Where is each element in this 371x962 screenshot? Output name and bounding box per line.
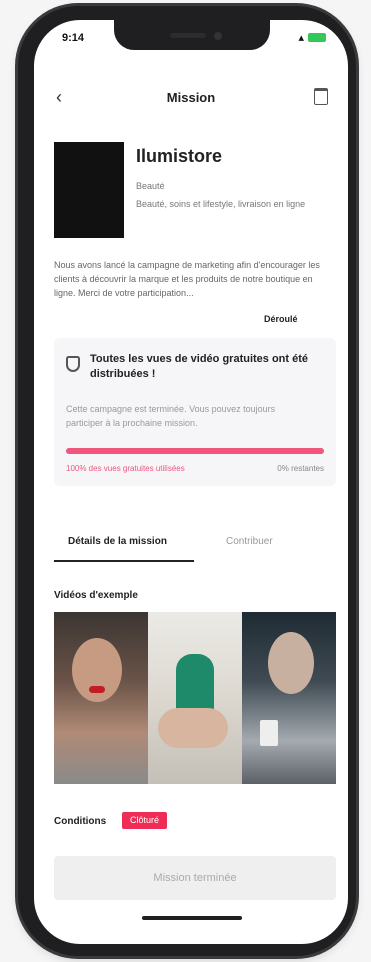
conditions-label: Conditions xyxy=(54,816,107,827)
brand-name: Ilumistore xyxy=(136,146,223,166)
wifi-icon: ▴ xyxy=(298,32,304,44)
speaker xyxy=(170,33,206,38)
progress-bar xyxy=(66,448,324,454)
notch xyxy=(114,20,270,50)
progress-fill xyxy=(66,448,324,454)
video-person xyxy=(268,632,314,694)
page-title: Mission xyxy=(166,90,216,105)
video-product xyxy=(260,720,278,746)
campaign-title: Toutes les vues de vidéo gratuites ont é… xyxy=(90,353,309,380)
brand-category: Beauté xyxy=(136,181,165,191)
status-time: 9:14 xyxy=(62,32,85,44)
app-screen: 9:14 ▴ ‹ Mission Ilumistore Beauté Beaut… xyxy=(34,20,348,944)
brand-logo xyxy=(54,142,124,238)
trash-icon[interactable] xyxy=(314,88,328,105)
shield-icon xyxy=(66,356,80,372)
video-thumbnail[interactable] xyxy=(242,612,336,784)
camera xyxy=(214,32,222,40)
battery-icon xyxy=(308,33,326,42)
tab-mission-details[interactable]: Détails de la mission xyxy=(68,536,167,547)
example-videos xyxy=(54,612,336,784)
campaign-text: Cette campagne est terminée. Vous pouvez… xyxy=(66,404,276,428)
video-thumbnail[interactable] xyxy=(54,612,148,784)
nav-bar: ‹ Mission xyxy=(34,86,348,112)
video-detail xyxy=(89,686,105,693)
video-hand xyxy=(158,708,228,748)
example-videos-title: Vidéos d'exemple xyxy=(54,590,138,601)
campaign-status-card: Toutes les vues de vidéo gratuites ont é… xyxy=(54,338,336,486)
home-indicator xyxy=(142,916,242,920)
mission-tabs: Détails de la mission Contribuer xyxy=(54,530,336,570)
tab-contribute[interactable]: Contribuer xyxy=(226,536,273,547)
active-tab-indicator xyxy=(54,560,194,562)
brand-tagline: Beauté, soins et lifestyle, livraison en… xyxy=(136,199,306,209)
status-icons: ▴ xyxy=(298,31,326,44)
mission-cta-button[interactable]: Mission terminée xyxy=(54,856,336,900)
expand-description-link[interactable]: Déroulé xyxy=(264,314,298,324)
progress-used-label: 100% des vues gratuites utilisées xyxy=(66,464,185,473)
status-badge: Clôturé xyxy=(122,812,168,829)
video-thumbnail[interactable] xyxy=(148,612,242,784)
mission-description: Nous avons lancé la campagne de marketin… xyxy=(54,260,320,298)
progress-remaining-label: 0% restantes xyxy=(277,464,324,473)
